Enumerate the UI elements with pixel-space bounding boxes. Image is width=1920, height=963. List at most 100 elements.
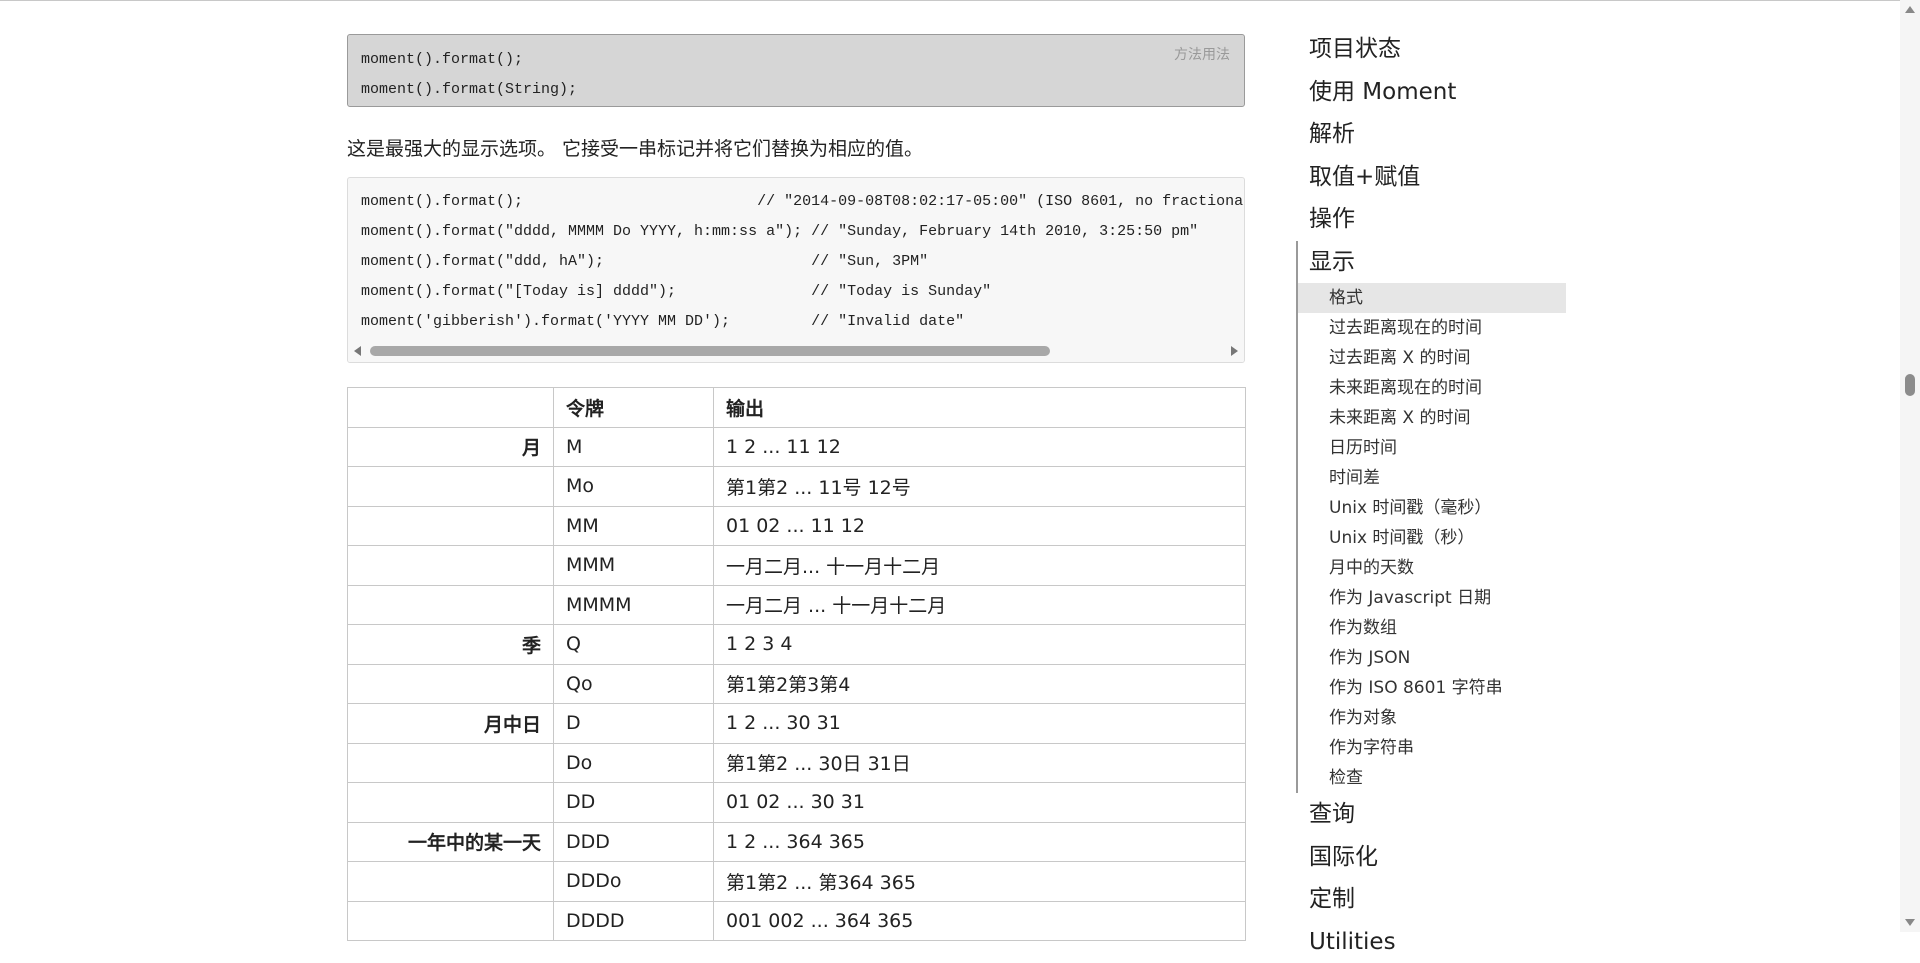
scroll-up-arrow-icon[interactable] — [1905, 6, 1915, 13]
code-line: moment().format(); // "2014-09-08T08:02:… — [361, 187, 1231, 217]
table-row: MMM一月二月... 十一月十二月 — [348, 546, 1246, 586]
scroll-right-arrow-icon[interactable] — [1231, 346, 1238, 356]
table-row: DD01 02 ... 30 31 — [348, 783, 1246, 823]
table-row: Qo第1第2第3第4 — [348, 664, 1246, 704]
nav-item[interactable]: 操作 — [1296, 198, 1566, 241]
token-category-cell: 月中日 — [348, 704, 554, 744]
nav-item[interactable]: 项目状态 — [1296, 28, 1566, 71]
nav-section-display: 显示 格式过去距离现在的时间过去距离 X 的时间未来距离现在的时间未来距离 X … — [1296, 241, 1566, 794]
nav-item[interactable]: 查询 — [1296, 793, 1566, 836]
token-cell: Do — [554, 743, 714, 783]
token-cell: MMM — [554, 546, 714, 586]
nav-item[interactable]: Utilities — [1296, 921, 1566, 963]
token-category-cell — [348, 546, 554, 586]
code-line: moment('gibberish').format('YYYY MM DD')… — [361, 307, 1231, 337]
token-category-cell: 一年中的某一天 — [348, 822, 554, 862]
token-output-cell: 1 2 3 4 — [714, 625, 1246, 665]
token-category-cell — [348, 506, 554, 546]
table-row: DDDD001 002 ... 364 365 — [348, 901, 1246, 941]
page-vertical-scrollbar[interactable] — [1900, 0, 1920, 932]
nav-subitem[interactable]: 过去距离 X 的时间 — [1298, 343, 1566, 373]
nav-subitem[interactable]: 未来距离 X 的时间 — [1298, 403, 1566, 433]
nav-item[interactable]: 使用 Moment — [1296, 71, 1566, 114]
token-cell: Qo — [554, 664, 714, 704]
token-cell: Q — [554, 625, 714, 665]
usage-tag: 方法用法 — [1174, 45, 1230, 65]
scroll-left-arrow-icon[interactable] — [354, 346, 361, 356]
table-row: MM01 02 ... 11 12 — [348, 506, 1246, 546]
nav-item[interactable]: 解析 — [1296, 113, 1566, 156]
token-category-cell — [348, 467, 554, 507]
scroll-down-arrow-icon[interactable] — [1905, 919, 1915, 926]
token-output-cell: 1 2 ... 364 365 — [714, 822, 1246, 862]
nav-item[interactable]: 国际化 — [1296, 836, 1566, 879]
token-category-cell: 月 — [348, 427, 554, 467]
nav-item[interactable]: 取值+赋值 — [1296, 156, 1566, 199]
code-example: moment().format(); // "2014-09-08T08:02:… — [348, 178, 1244, 337]
method-usage-box: moment().format(); moment().format(Strin… — [347, 34, 1245, 107]
nav-item-display[interactable]: 显示 — [1298, 241, 1566, 284]
token-cell: D — [554, 704, 714, 744]
token-output-cell: 01 02 ... 30 31 — [714, 783, 1246, 823]
format-description: 这是最强大的显示选项。 它接受一串标记并将它们替换为相应的值。 — [347, 137, 1245, 161]
token-output-cell: 第1第2第3第4 — [714, 664, 1246, 704]
token-cell: DDDD — [554, 901, 714, 941]
code-example-box[interactable]: moment().format(); // "2014-09-08T08:02:… — [347, 177, 1245, 363]
nav-subitem[interactable]: Unix 时间戳（秒） — [1298, 523, 1566, 553]
nav-subitem[interactable]: 作为 Javascript 日期 — [1298, 583, 1566, 613]
token-cell: DDDo — [554, 862, 714, 902]
main-content: moment().format(); moment().format(Strin… — [347, 34, 1245, 941]
nav-subitem[interactable]: 时间差 — [1298, 463, 1566, 493]
table-row: Do第1第2 ... 30日 31日 — [348, 743, 1246, 783]
token-cell: DDD — [554, 822, 714, 862]
nav-subitem[interactable]: 作为对象 — [1298, 703, 1566, 733]
table-row: 月M1 2 ... 11 12 — [348, 427, 1246, 467]
nav-subitem[interactable]: 月中的天数 — [1298, 553, 1566, 583]
table-row: 一年中的某一天DDD1 2 ... 364 365 — [348, 822, 1246, 862]
token-category-cell — [348, 783, 554, 823]
page-scrollbar-thumb[interactable] — [1905, 374, 1915, 396]
usage-line: moment().format(String); — [361, 75, 1231, 105]
token-category-cell — [348, 862, 554, 902]
token-output-cell: 一月二月... 十一月十二月 — [714, 546, 1246, 586]
nav-subitem[interactable]: 作为字符串 — [1298, 733, 1566, 763]
token-category-cell — [348, 664, 554, 704]
nav-subitem[interactable]: 作为 ISO 8601 字符串 — [1298, 673, 1566, 703]
docs-sidebar-nav: 项目状态使用 Moment解析取值+赋值操作 显示 格式过去距离现在的时间过去距… — [1296, 28, 1566, 963]
nav-subitem[interactable]: 格式 — [1298, 283, 1566, 313]
usage-line: moment().format(); — [361, 45, 1231, 75]
token-output-cell: 1 2 ... 11 12 — [714, 427, 1246, 467]
nav-subitem[interactable]: 过去距离现在的时间 — [1298, 313, 1566, 343]
nav-subitem[interactable]: 检查 — [1298, 763, 1566, 793]
table-header-token: 令牌 — [554, 388, 714, 428]
token-output-cell: 1 2 ... 30 31 — [714, 704, 1246, 744]
token-category-cell: 季 — [348, 625, 554, 665]
nav-subitem[interactable]: Unix 时间戳（毫秒） — [1298, 493, 1566, 523]
token-category-cell — [348, 901, 554, 941]
code-line: moment().format("ddd, hA"); // "Sun, 3PM… — [361, 247, 1231, 277]
table-row: 季Q1 2 3 4 — [348, 625, 1246, 665]
horizontal-scrollbar-thumb[interactable] — [370, 346, 1050, 356]
token-cell: DD — [554, 783, 714, 823]
code-line: moment().format("dddd, MMMM Do YYYY, h:m… — [361, 217, 1231, 247]
table-row: Mo第1第2 ... 11号 12号 — [348, 467, 1246, 507]
nav-subitem[interactable]: 作为 JSON — [1298, 643, 1566, 673]
top-border — [0, 0, 1920, 1]
token-output-cell: 一月二月 ... 十一月十二月 — [714, 585, 1246, 625]
token-cell: M — [554, 427, 714, 467]
nav-subitem[interactable]: 日历时间 — [1298, 433, 1566, 463]
format-token-table: 令牌 输出 月M1 2 ... 11 12Mo第1第2 ... 11号 12号M… — [347, 387, 1246, 941]
table-row: DDDo第1第2 ... 第364 365 — [348, 862, 1246, 902]
table-header-row: 令牌 输出 — [348, 388, 1246, 428]
nav-item[interactable]: 定制 — [1296, 878, 1566, 921]
nav-subitem[interactable]: 作为数组 — [1298, 613, 1566, 643]
token-category-cell — [348, 585, 554, 625]
nav-subitem[interactable]: 未来距离现在的时间 — [1298, 373, 1566, 403]
horizontal-scrollbar[interactable] — [348, 340, 1244, 362]
token-cell: MM — [554, 506, 714, 546]
table-header-output: 输出 — [714, 388, 1246, 428]
token-output-cell: 第1第2 ... 11号 12号 — [714, 467, 1246, 507]
token-cell: MMMM — [554, 585, 714, 625]
table-header-category — [348, 388, 554, 428]
code-line: moment().format("[Today is] dddd"); // "… — [361, 277, 1231, 307]
